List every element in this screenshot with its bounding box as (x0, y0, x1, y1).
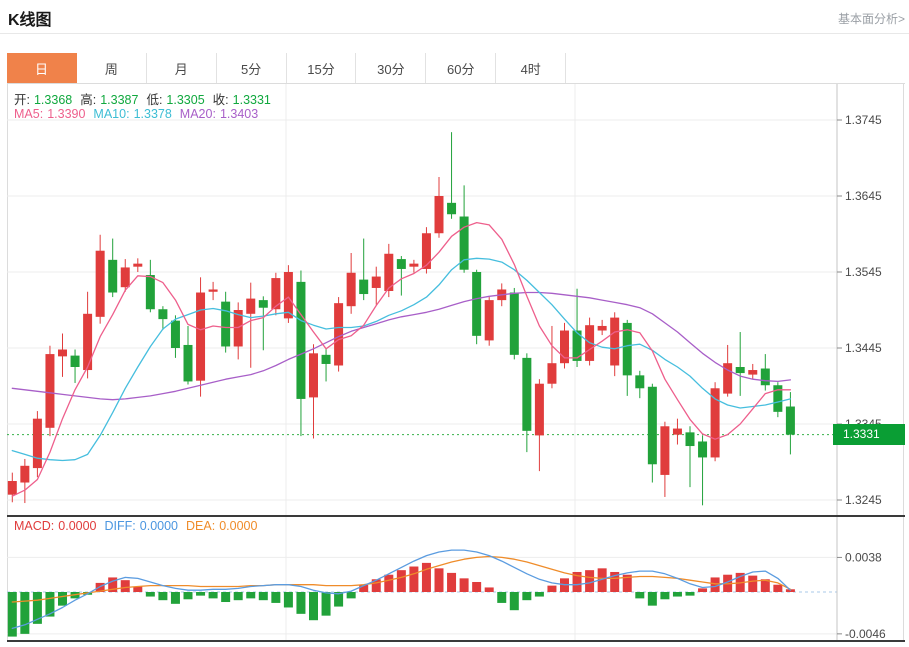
macd-tick-label: -0.0046 (845, 627, 886, 641)
tab-4时[interactable]: 4时 (496, 53, 567, 83)
price-tick-label: 1.3445 (845, 341, 882, 355)
price-tick-label: 1.3645 (845, 189, 882, 203)
tab-60分[interactable]: 60分 (426, 53, 497, 83)
price-tick-label: 1.3745 (845, 113, 882, 127)
header-divider (0, 33, 909, 34)
chart-bottom-border (7, 640, 905, 642)
candlestick-chart-canvas[interactable]: 1.37451.36451.35451.34451.33451.3245 (0, 84, 909, 516)
panel-divider (7, 515, 905, 517)
price-tick-label: 1.3545 (845, 265, 882, 279)
fundamental-analysis-link[interactable]: 基本面分析> (838, 10, 905, 27)
interval-tab-bar: 日周月 5分 15分 30分 60分 4时 (7, 53, 905, 84)
tab-15分[interactable]: 15分 (286, 53, 357, 83)
tab-月[interactable]: 月 (146, 53, 217, 83)
kline-page: { "header": { "title": "K线图", "link": "基… (0, 0, 909, 647)
tab-30分[interactable]: 30分 (356, 53, 427, 83)
tab-周[interactable]: 周 (76, 53, 147, 83)
page-title: K线图 (8, 12, 52, 29)
tab-bar-spacer (566, 53, 905, 83)
macd-tick-label: 0.0038 (845, 550, 882, 564)
tab-日[interactable]: 日 (7, 53, 77, 83)
macd-chart-canvas[interactable]: 0.0038 -0.0046 (0, 516, 909, 646)
price-tick-label: 1.3245 (845, 493, 882, 507)
tab-5分[interactable]: 5分 (216, 53, 287, 83)
current-price-tag: 1.3331 (833, 424, 905, 446)
